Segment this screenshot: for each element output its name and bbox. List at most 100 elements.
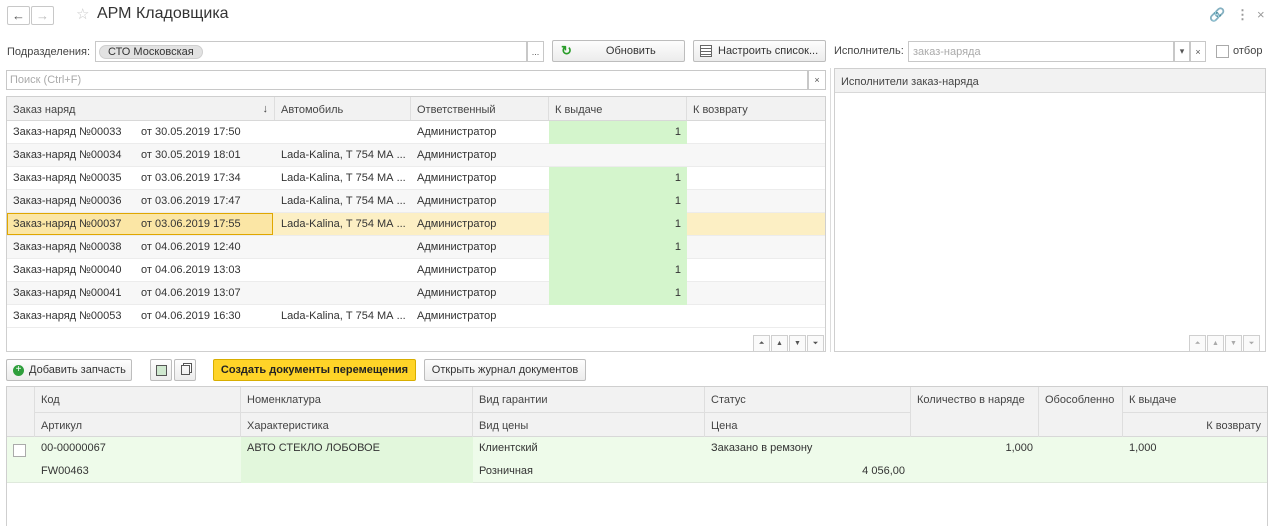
edit-icon	[155, 364, 167, 376]
filter-label: отбор	[1233, 45, 1263, 57]
scroll-up-icon: ▲	[1212, 340, 1219, 347]
favorite-star-icon[interactable]: ☆	[76, 5, 89, 23]
parts-table[interactable]: Код Номенклатура Вид гарантии Статус Кол…	[6, 386, 1268, 526]
exec-scroll-last-button[interactable]: ⏷	[1243, 335, 1260, 352]
cell-car: Lada-Kalina, Т 754 МА ...	[281, 218, 406, 230]
table-row[interactable]: Заказ-наряд №00040 от 04.06.2019 13:03 Адм…	[7, 259, 825, 282]
cell-car: Lada-Kalina, Т 754 МА ...	[281, 149, 406, 161]
exec-scroll-up-button[interactable]: ▲	[1207, 335, 1224, 352]
exec-scroll-first-button[interactable]: ⏶	[1189, 335, 1206, 352]
table-row[interactable]: Заказ-наряд №00035 от 03.06.2019 17:34 Lad…	[7, 167, 825, 190]
division-field[interactable]: СТО Московская	[95, 41, 527, 62]
column-header-article[interactable]: Артикул	[35, 412, 241, 437]
cell-date: от 04.06.2019 16:30	[141, 310, 241, 322]
scroll-first-icon: ⏶	[758, 339, 765, 347]
copy-button[interactable]	[174, 359, 196, 381]
row-checkbox[interactable]	[13, 444, 26, 457]
panel-splitter[interactable]	[830, 68, 831, 352]
cell-resp: Администратор	[417, 149, 497, 161]
executor-dropdown-button[interactable]: ▾	[1174, 41, 1190, 62]
table-row[interactable]: Заказ-наряд №00041 от 04.06.2019 13:07 Адм…	[7, 282, 825, 305]
column-header-separate[interactable]: Обособленно	[1039, 387, 1123, 437]
executor-placeholder: заказ-наряда	[913, 46, 981, 58]
cell-resp: Администратор	[417, 241, 497, 253]
column-header-code[interactable]: Код	[35, 387, 241, 412]
column-header-qty[interactable]: Количество в наряде	[911, 387, 1039, 437]
table-row[interactable]: Заказ-наряд №00038 от 04.06.2019 12:40 Адм…	[7, 236, 825, 259]
scroll-down-icon: ▼	[794, 340, 801, 347]
cell-ret	[687, 144, 825, 167]
link-icon[interactable]: 🔗	[1209, 7, 1225, 23]
cell-car	[275, 259, 411, 282]
open-journal-button[interactable]: Открыть журнал документов	[424, 359, 586, 381]
cell-code: 00-00000067	[41, 442, 106, 454]
table-row[interactable]: Заказ-наряд №00053 от 04.06.2019 16:30 Lad…	[7, 305, 825, 328]
search-clear-button[interactable]: ×	[808, 70, 826, 90]
division-select-button[interactable]: ...	[527, 41, 544, 62]
table-row[interactable]: Заказ-наряд №00034 от 30.05.2019 18:01 Lad…	[7, 144, 825, 167]
column-header-price[interactable]: Цена	[705, 412, 911, 437]
column-header-issue[interactable]: К выдаче	[549, 97, 687, 120]
cell-car	[275, 236, 411, 259]
column-header-order[interactable]: Заказ наряд ↓	[7, 97, 275, 120]
arrow-right-icon: →	[36, 8, 49, 23]
column-header-parts-issue[interactable]: К выдаче	[1123, 387, 1267, 412]
exec-scroll-down-button[interactable]: ▼	[1225, 335, 1242, 352]
column-header-price-type[interactable]: Вид цены	[473, 412, 705, 437]
scroll-last-button[interactable]: ⏷	[807, 335, 824, 352]
orders-table-header: Заказ наряд ↓ Автомобиль Ответственный К …	[7, 97, 825, 121]
executors-column-header[interactable]: Исполнители заказ-наряда	[835, 69, 1265, 92]
refresh-button[interactable]: ↻ Обновить	[552, 40, 685, 62]
column-header-responsible[interactable]: Ответственный	[411, 97, 549, 120]
clear-icon: ×	[1195, 46, 1201, 57]
search-input[interactable]: Поиск (Ctrl+F)	[6, 70, 808, 90]
chevron-down-icon: ▾	[1179, 46, 1185, 56]
cell-name: Заказ-наряд №00041	[13, 287, 122, 299]
cell-issue: 1	[549, 167, 687, 190]
table-row[interactable]: 00-00000067 АВТО СТЕКЛО ЛОБОВОЕ Клиентский…	[7, 437, 1267, 483]
executor-field[interactable]: заказ-наряда	[908, 41, 1174, 62]
cell-issue	[549, 305, 687, 328]
cell-date: от 03.06.2019 17:55	[141, 218, 241, 230]
filter-checkbox[interactable]	[1216, 45, 1229, 58]
forward-button[interactable]: →	[31, 6, 54, 25]
executor-clear-button[interactable]: ×	[1190, 41, 1206, 62]
edit-copy-button[interactable]	[150, 359, 172, 381]
scroll-down-button[interactable]: ▼	[789, 335, 806, 352]
column-header-status[interactable]: Статус	[705, 387, 911, 412]
table-row[interactable]: Заказ-наряд №00033 от 30.05.2019 17:50 Адм…	[7, 121, 825, 144]
cell-date: от 03.06.2019 17:47	[141, 195, 241, 207]
cell-car: Lada-Kalina, Т 754 МА ...	[281, 195, 406, 207]
scroll-first-icon: ⏶	[1194, 339, 1201, 347]
cell-ret	[687, 167, 825, 190]
cell-resp: Администратор	[417, 264, 497, 276]
create-transfer-docs-button[interactable]: Создать документы перемещения	[213, 359, 416, 381]
cell-name: АВТО СТЕКЛО ЛОБОВОЕ	[241, 437, 473, 460]
cell-name: Заказ-наряд №00037	[13, 218, 122, 230]
cell-resp: Администратор	[417, 218, 497, 230]
scroll-last-icon: ⏷	[1248, 339, 1255, 347]
table-row[interactable]: Заказ-наряд №00036 от 03.06.2019 17:47 Lad…	[7, 190, 825, 213]
orders-table[interactable]: Заказ наряд ↓ Автомобиль Ответственный К …	[6, 96, 826, 352]
executor-label: Исполнитель:	[834, 45, 904, 57]
column-header-characteristic[interactable]: Характеристика	[241, 412, 473, 437]
table-row[interactable]: Заказ-наряд №00037 от 03.06.2019 17:55 Lad…	[7, 213, 825, 236]
column-header-nomenclature[interactable]: Номенклатура	[241, 387, 473, 412]
column-header-return[interactable]: К возврату	[687, 97, 825, 120]
cell-issue: 1	[549, 213, 687, 236]
cell-ret	[687, 259, 825, 282]
column-header-parts-return[interactable]: К возврату	[1123, 412, 1267, 437]
executors-table[interactable]: Исполнители заказ-наряда ⏶ ▲ ▼ ⏷	[834, 68, 1266, 352]
configure-list-button[interactable]: Настроить список...	[693, 40, 826, 62]
column-header-car[interactable]: Автомобиль	[275, 97, 411, 120]
search-placeholder: Поиск (Ctrl+F)	[10, 74, 82, 86]
close-icon[interactable]: ×	[1257, 7, 1265, 22]
back-button[interactable]: ←	[7, 6, 30, 25]
add-part-button[interactable]: + Добавить запчасть	[6, 359, 132, 381]
scroll-up-button[interactable]: ▲	[771, 335, 788, 352]
more-menu-icon[interactable]: ⋮	[1236, 7, 1249, 23]
cell-name: Заказ-наряд №00036	[13, 195, 122, 207]
column-header-warranty[interactable]: Вид гарантии	[473, 387, 705, 412]
scroll-first-button[interactable]: ⏶	[753, 335, 770, 352]
cell-issue: 1	[549, 236, 687, 259]
